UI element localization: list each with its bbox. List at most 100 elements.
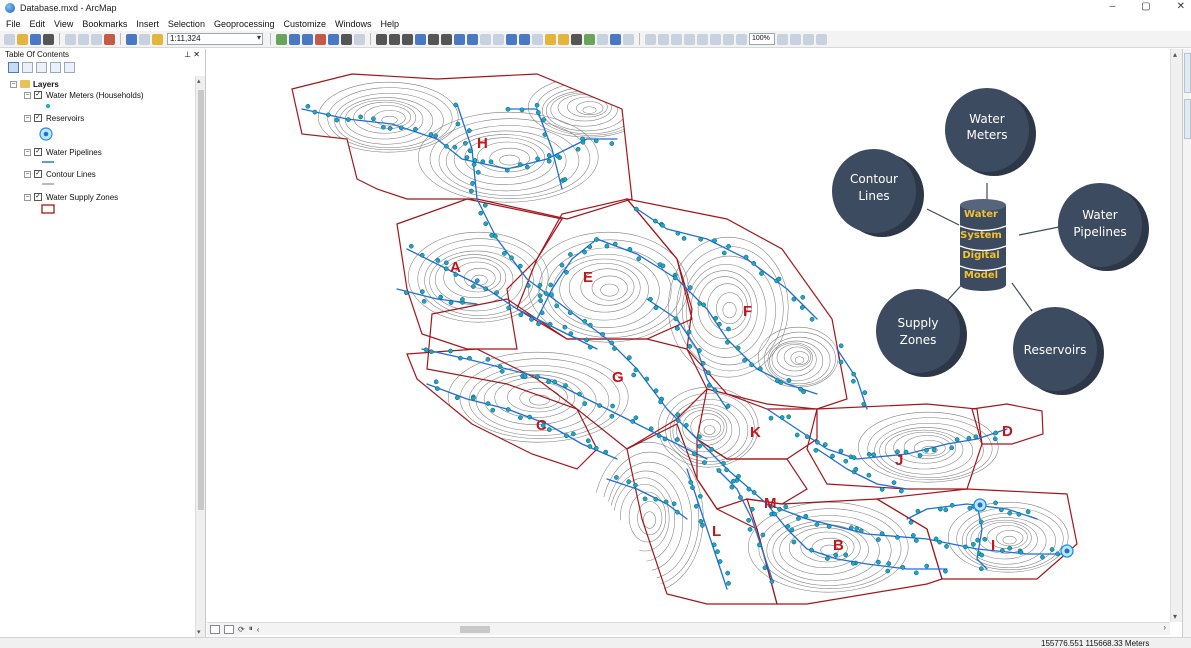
python-window-icon[interactable] <box>341 33 352 45</box>
water-meter-point[interactable] <box>497 364 503 369</box>
water-meter-point[interactable] <box>843 458 849 464</box>
water-meter-point[interactable] <box>312 109 318 115</box>
water-meter-point[interactable] <box>938 506 943 512</box>
water-meter-point[interactable] <box>700 360 706 366</box>
layer-reservoirs[interactable]: − ✓ Reservoirs <box>24 112 84 124</box>
collapse-icon[interactable]: − <box>24 148 31 156</box>
water-meter-point[interactable] <box>900 565 906 570</box>
water-meter-point[interactable] <box>853 466 859 472</box>
water-meter-point[interactable] <box>653 218 658 224</box>
water-meter-point[interactable] <box>871 452 876 458</box>
list-by-source-icon[interactable] <box>22 61 33 73</box>
water-meter-point[interactable] <box>746 486 752 492</box>
water-meter-point[interactable] <box>803 513 809 519</box>
water-meter-point[interactable] <box>675 509 680 515</box>
clear-selection-icon[interactable] <box>493 33 504 45</box>
layout-view-button[interactable] <box>224 624 234 634</box>
focus-data-frame-icon[interactable] <box>790 33 801 45</box>
water-meter-point[interactable] <box>809 316 815 322</box>
map-vertical-scrollbar[interactable]: ▴ ▾ <box>1170 49 1182 622</box>
water-meter-point[interactable] <box>597 403 602 408</box>
water-meter-point[interactable] <box>825 556 830 561</box>
water-meter-point[interactable] <box>943 568 948 574</box>
water-meter-point[interactable] <box>885 568 891 574</box>
water-meter-point[interactable] <box>580 136 585 142</box>
water-meter-point[interactable] <box>612 241 618 247</box>
water-meter-point[interactable] <box>642 496 648 502</box>
water-meter-point[interactable] <box>729 484 735 490</box>
water-meter-point[interactable] <box>460 297 465 302</box>
water-meter-point[interactable] <box>913 570 919 576</box>
data-view-button[interactable] <box>210 624 220 634</box>
close-button[interactable]: ✕ <box>1177 1 1185 12</box>
cut-icon[interactable] <box>65 33 76 45</box>
water-meter-point[interactable] <box>648 296 653 302</box>
water-meter-point[interactable] <box>1049 547 1055 552</box>
water-meter-point[interactable] <box>717 559 723 564</box>
water-meter-point[interactable] <box>587 322 593 328</box>
water-meter-point[interactable] <box>794 432 800 438</box>
water-meter-point[interactable] <box>480 159 486 165</box>
water-meter-point[interactable] <box>910 533 916 538</box>
water-meter-point[interactable] <box>776 276 782 282</box>
water-meter-point[interactable] <box>697 443 702 449</box>
water-meter-point[interactable] <box>648 426 654 432</box>
water-meter-point[interactable] <box>543 291 549 296</box>
water-meter-point[interactable] <box>838 448 844 454</box>
water-meter-point[interactable] <box>549 292 554 298</box>
catalog-dock-tab[interactable] <box>1184 53 1191 93</box>
water-meter-point[interactable] <box>851 378 856 384</box>
water-meter-point[interactable] <box>725 403 731 409</box>
water-meter-point[interactable] <box>305 103 311 109</box>
water-meter-point[interactable] <box>492 233 498 239</box>
fixed-zoom-out-icon[interactable] <box>441 33 452 45</box>
water-meter-point[interactable] <box>715 549 720 554</box>
water-meter-point[interactable] <box>630 419 636 424</box>
water-meter-point[interactable] <box>631 372 637 378</box>
layout-zoom-in-icon[interactable] <box>645 33 656 45</box>
water-meter-point[interactable] <box>600 332 605 337</box>
water-meter-point[interactable] <box>933 536 939 542</box>
water-meter-point[interactable] <box>633 206 639 212</box>
water-meter-point[interactable] <box>483 286 489 292</box>
water-meter-point[interactable] <box>693 503 699 509</box>
water-meter-point[interactable] <box>334 117 340 123</box>
water-meter-point[interactable] <box>786 414 792 420</box>
water-meter-point[interactable] <box>713 315 719 321</box>
refresh-icon[interactable]: ⟳ <box>238 625 245 634</box>
water-meter-point[interactable] <box>562 177 568 182</box>
water-meter-point[interactable] <box>471 284 476 289</box>
zoom-in-icon[interactable] <box>376 33 387 45</box>
water-meter-point[interactable] <box>517 263 523 269</box>
water-meter-point[interactable] <box>564 433 569 439</box>
water-meter-point[interactable] <box>915 508 921 514</box>
water-meter-point[interactable] <box>443 260 449 266</box>
water-meter-point[interactable] <box>482 202 488 208</box>
water-meter-point[interactable] <box>895 535 900 540</box>
water-meter-point[interactable] <box>954 437 960 442</box>
map-canvas[interactable]: H A E F G C K J D M L B I Water Meters C… <box>207 49 1170 622</box>
water-meter-point[interactable] <box>978 519 984 525</box>
undo-icon[interactable] <box>126 33 137 45</box>
water-meter-point[interactable] <box>769 579 775 584</box>
redo-icon[interactable] <box>139 33 150 45</box>
reservoir-marker[interactable] <box>1060 544 1074 558</box>
water-meter-point[interactable] <box>435 258 441 263</box>
water-meter-point[interactable] <box>509 255 514 261</box>
water-meter-point[interactable] <box>537 282 543 288</box>
water-meter-point[interactable] <box>712 238 717 243</box>
change-layout-icon[interactable] <box>803 33 814 45</box>
new-document-icon[interactable] <box>4 33 15 45</box>
water-meter-point[interactable] <box>671 501 677 507</box>
water-meter-point[interactable] <box>712 388 718 393</box>
collapse-icon[interactable]: − <box>24 193 31 201</box>
water-meter-point[interactable] <box>697 301 703 306</box>
water-meter-point[interactable] <box>457 355 463 361</box>
create-viewer-window-icon[interactable] <box>623 33 634 45</box>
measure-icon[interactable] <box>558 33 569 45</box>
water-meter-point[interactable] <box>971 542 976 547</box>
water-meter-point[interactable] <box>413 126 418 132</box>
water-meter-point[interactable] <box>697 493 703 499</box>
pause-drawing-icon[interactable]: ⏸ <box>249 624 253 634</box>
collapse-icon[interactable]: − <box>24 114 31 122</box>
